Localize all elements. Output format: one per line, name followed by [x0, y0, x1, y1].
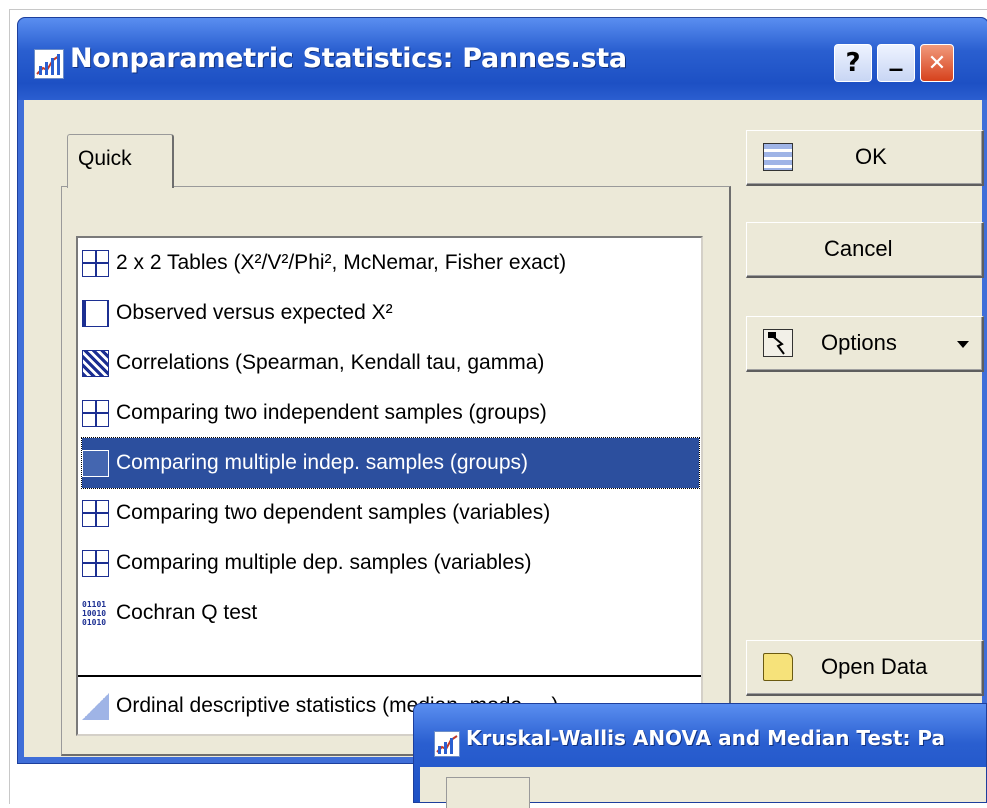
- second-window-title: Kruskal-Wallis ANOVA and Median Test: Pa: [466, 726, 946, 750]
- list-item-selected[interactable]: Comparing multiple indep. samples (group…: [81, 437, 700, 489]
- dialog-client-area: Quick 2 x 2 Tables (X²/V²/Phi², McNemar,…: [24, 100, 984, 757]
- kruskal-wallis-dialog[interactable]: Kruskal-Wallis ANOVA and Median Test: Pa: [413, 703, 987, 808]
- list-item-label: Comparing two independent samples (group…: [116, 401, 547, 424]
- two-by-two-table-icon: [82, 249, 109, 277]
- minimize-icon: _: [889, 42, 903, 72]
- statistica-app-icon: [434, 731, 460, 757]
- ok-button-label: OK: [855, 144, 887, 169]
- two-dependent-icon: [82, 499, 109, 527]
- list-item[interactable]: Comparing two independent samples (group…: [82, 388, 699, 438]
- multiple-independent-icon: [82, 449, 109, 477]
- folder-open-icon: [763, 653, 793, 681]
- analysis-listbox[interactable]: 2 x 2 Tables (X²/V²/Phi², McNemar, Fishe…: [76, 236, 703, 736]
- binary-data-icon: 01101 10010 01010: [82, 599, 109, 627]
- cancel-button-label: Cancel: [824, 236, 893, 261]
- help-button[interactable]: ?: [834, 44, 872, 82]
- list-item[interactable]: Comparing two dependent samples (variabl…: [82, 488, 699, 538]
- list-item-label: Comparing multiple dep. samples (variabl…: [116, 551, 532, 574]
- window-title: Nonparametric Statistics: Pannes.sta: [70, 43, 627, 74]
- list-separator: [78, 675, 701, 677]
- title-bar[interactable]: Nonparametric Statistics: Pannes.sta ? _…: [18, 18, 987, 100]
- second-window-client: [420, 767, 986, 808]
- ordinal-chart-icon: [82, 692, 109, 720]
- list-item-label: Correlations (Spearman, Kendall tau, gam…: [116, 351, 545, 374]
- two-independent-icon: [82, 399, 109, 427]
- open-data-button-label: Open Data: [821, 654, 928, 679]
- list-item-label: Comparing two dependent samples (variabl…: [116, 501, 551, 524]
- tab-quick[interactable]: Quick: [67, 134, 174, 188]
- observed-expected-icon: [82, 299, 109, 327]
- minimize-button[interactable]: _: [877, 42, 915, 82]
- list-item-label: 2 x 2 Tables (X²/V²/Phi², McNemar, Fishe…: [116, 251, 567, 274]
- list-item-label: Comparing multiple indep. samples (group…: [116, 451, 529, 474]
- nonparametric-dialog: Nonparametric Statistics: Pannes.sta ? _…: [17, 17, 987, 764]
- list-item[interactable]: 01101 10010 01010 Cochran Q test: [82, 588, 699, 638]
- options-button-label: Options: [821, 330, 897, 355]
- chevron-down-icon: [957, 341, 969, 348]
- list-item-label: Cochran Q test: [116, 601, 258, 624]
- multiple-dependent-icon: [82, 549, 109, 577]
- close-button[interactable]: ✕: [920, 44, 954, 82]
- list-item[interactable]: Observed versus expected X²: [82, 288, 699, 338]
- correlation-matrix-icon: [82, 349, 109, 377]
- list-item[interactable]: 2 x 2 Tables (X²/V²/Phi², McNemar, Fishe…: [82, 238, 699, 288]
- spreadsheet-icon: [763, 143, 793, 171]
- statistica-app-icon: [34, 49, 64, 79]
- close-icon: ✕: [927, 50, 947, 76]
- tab-quick-label: Quick: [78, 147, 132, 170]
- cancel-button[interactable]: Cancel: [746, 222, 984, 278]
- options-button[interactable]: Options: [746, 316, 984, 372]
- list-item[interactable]: Comparing multiple dep. samples (variabl…: [82, 538, 699, 588]
- open-data-button[interactable]: Open Data: [746, 640, 984, 696]
- second-window-tab[interactable]: [446, 777, 530, 808]
- list-item-label: Observed versus expected X²: [116, 301, 393, 324]
- options-icon: [763, 329, 793, 357]
- ok-button[interactable]: OK: [746, 130, 984, 186]
- list-item[interactable]: Correlations (Spearman, Kendall tau, gam…: [82, 338, 699, 388]
